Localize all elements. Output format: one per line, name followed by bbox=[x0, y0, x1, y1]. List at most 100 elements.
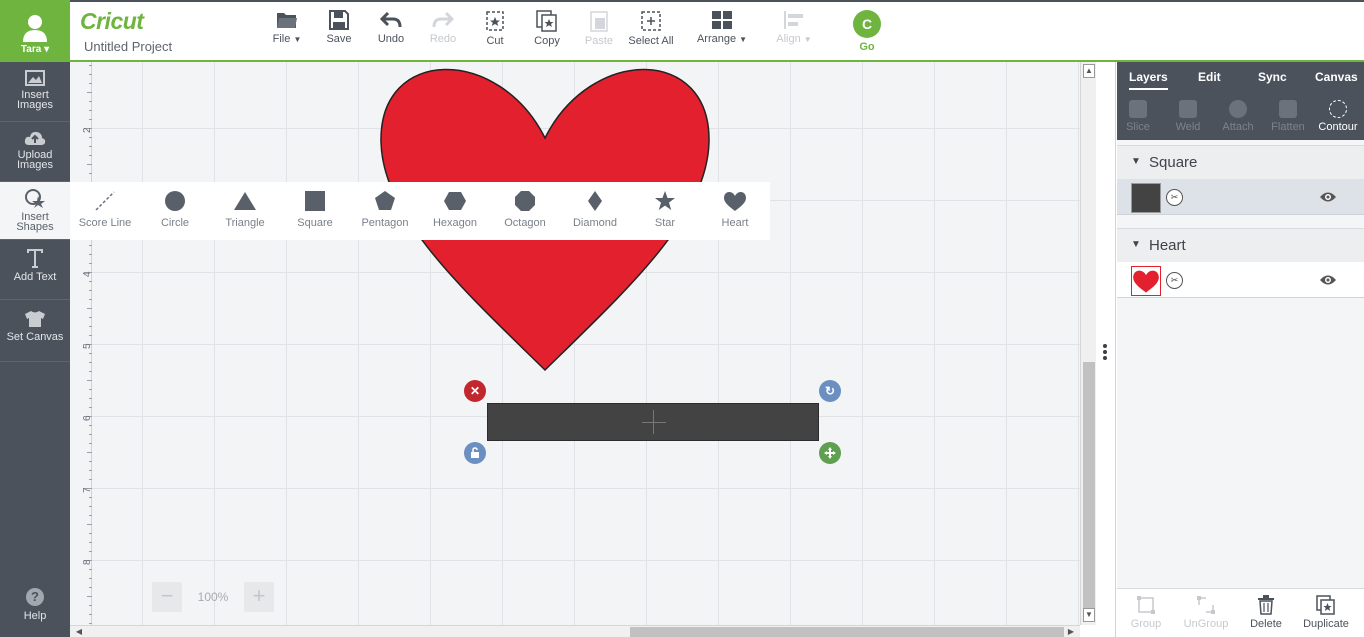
zoom-out-button[interactable]: − bbox=[152, 582, 182, 612]
attach-button[interactable]: Attach bbox=[1215, 100, 1261, 133]
user-menu[interactable]: Tara ▾ bbox=[0, 0, 70, 62]
cut-operation-icon[interactable]: ✂ bbox=[1166, 189, 1183, 206]
vertical-scrollbar[interactable]: ▲ ▼ bbox=[1080, 62, 1096, 625]
project-name[interactable]: Untitled Project bbox=[84, 39, 172, 54]
tab-edit[interactable]: Edit bbox=[1198, 70, 1221, 84]
ruler-label: 2 bbox=[82, 127, 93, 133]
contour-button[interactable]: Contour bbox=[1315, 100, 1361, 133]
panel-divider[interactable] bbox=[1096, 62, 1116, 637]
copy-button[interactable]: Copy bbox=[517, 10, 577, 47]
ruler-tick bbox=[89, 470, 92, 471]
layer-group-heart[interactable]: ▼ Heart bbox=[1117, 228, 1364, 262]
ruler-tick bbox=[89, 137, 92, 138]
go-button[interactable]: C Go bbox=[852, 10, 882, 53]
image-icon bbox=[25, 70, 45, 86]
ungroup-button[interactable]: UnGroup bbox=[1176, 595, 1236, 630]
cut-button[interactable]: Cut bbox=[465, 10, 525, 47]
duplicate-button[interactable]: Duplicate bbox=[1296, 595, 1356, 630]
design-canvas[interactable]: 2345678 Score Line Circle Triangle Squar… bbox=[70, 62, 1080, 625]
paste-button[interactable]: Paste bbox=[569, 10, 629, 47]
horizontal-scrollbar[interactable]: ◀ ▶ bbox=[70, 625, 1080, 637]
circle-icon bbox=[165, 191, 185, 211]
sidebar-item-set-canvas[interactable]: Set Canvas bbox=[0, 300, 70, 362]
align-menu-button[interactable]: Align ▼ bbox=[764, 10, 824, 45]
cut-operation-icon[interactable]: ✂ bbox=[1166, 272, 1183, 289]
shape-hexagon[interactable]: Hexagon bbox=[420, 190, 490, 229]
ruler-tick bbox=[89, 173, 92, 174]
shape-label: Diamond bbox=[572, 217, 618, 229]
zoom-in-button[interactable]: + bbox=[244, 582, 274, 612]
tab-layers[interactable]: Layers bbox=[1129, 70, 1168, 90]
redo-button[interactable]: Redo bbox=[413, 10, 473, 45]
shape-circle[interactable]: Circle bbox=[140, 190, 210, 229]
chevron-down-icon: ▾ bbox=[44, 44, 50, 55]
shape-label: Hexagon bbox=[432, 217, 478, 229]
arrange-menu-button[interactable]: Arrange ▼ bbox=[687, 10, 757, 45]
ruler-label: 6 bbox=[82, 415, 93, 421]
shape-star[interactable]: Star bbox=[630, 190, 700, 229]
ruler-tick bbox=[89, 434, 92, 435]
lock-handle[interactable] bbox=[464, 442, 486, 464]
shape-score-line[interactable]: Score Line bbox=[70, 190, 140, 229]
shape-label: Square bbox=[297, 217, 333, 229]
horizontal-scroll-thumb[interactable] bbox=[630, 627, 1064, 637]
ruler-tick bbox=[89, 65, 92, 66]
visibility-eye-icon[interactable] bbox=[1319, 274, 1337, 286]
shape-heart[interactable]: Heart bbox=[700, 190, 770, 229]
flatten-button[interactable]: Flatten bbox=[1265, 100, 1311, 133]
undo-button[interactable]: Undo bbox=[361, 10, 421, 45]
group-button[interactable]: Group bbox=[1116, 595, 1176, 630]
select-all-button[interactable]: Select All bbox=[621, 10, 681, 47]
shape-octagon[interactable]: Octagon bbox=[490, 190, 560, 229]
scroll-left-arrow-icon[interactable]: ◀ bbox=[72, 626, 86, 637]
help-button[interactable]: ? Help bbox=[0, 588, 70, 622]
attach-label: Attach bbox=[1222, 121, 1254, 133]
selected-square-shape[interactable] bbox=[487, 403, 819, 441]
sidebar-item-upload-images[interactable]: Upload Images bbox=[0, 122, 70, 182]
tab-sync[interactable]: Sync bbox=[1258, 70, 1287, 84]
save-button[interactable]: Save bbox=[309, 10, 369, 45]
scroll-down-arrow-icon[interactable]: ▼ bbox=[1083, 608, 1095, 622]
delete-handle[interactable]: ✕ bbox=[464, 380, 486, 402]
rotate-handle[interactable]: ↻ bbox=[819, 380, 841, 402]
slice-button[interactable]: Slice bbox=[1115, 100, 1161, 133]
scroll-right-arrow-icon[interactable]: ▶ bbox=[1064, 626, 1078, 637]
save-icon bbox=[329, 10, 349, 30]
resize-handle[interactable] bbox=[819, 442, 841, 464]
shape-label: Score Line bbox=[78, 217, 132, 229]
delete-label: Delete bbox=[1250, 618, 1282, 630]
ruler-tick bbox=[89, 155, 92, 156]
sidebar-item-insert-shapes[interactable]: Insert Shapes bbox=[0, 182, 70, 240]
ruler-tick bbox=[87, 308, 92, 309]
sidebar-item-add-text[interactable]: Add Text bbox=[0, 240, 70, 300]
delete-button[interactable]: Delete bbox=[1236, 595, 1296, 630]
shape-diamond[interactable]: Diamond bbox=[560, 190, 630, 229]
text-icon bbox=[27, 249, 43, 268]
help-icon: ? bbox=[26, 588, 44, 606]
tshirt-icon bbox=[25, 311, 45, 327]
group-name: Square bbox=[1149, 154, 1198, 171]
weld-button[interactable]: Weld bbox=[1165, 100, 1211, 133]
file-menu-button[interactable]: File ▼ bbox=[257, 10, 317, 45]
shape-square[interactable]: Square bbox=[280, 190, 350, 229]
left-sidebar: Tara ▾ Insert Images Upload Images Inser… bbox=[0, 0, 70, 637]
scroll-up-arrow-icon[interactable]: ▲ bbox=[1083, 64, 1095, 78]
visibility-eye-icon[interactable] bbox=[1319, 191, 1337, 203]
flatten-icon bbox=[1279, 100, 1297, 118]
layer-row-square[interactable]: ✂ bbox=[1117, 179, 1364, 215]
slice-icon bbox=[1129, 100, 1147, 118]
vertical-ruler: 2345678 bbox=[70, 62, 93, 625]
ruler-tick bbox=[89, 362, 92, 363]
vertical-scroll-thumb[interactable] bbox=[1083, 362, 1095, 608]
sidebar-item-insert-images[interactable]: Insert Images bbox=[0, 62, 70, 122]
group-name: Heart bbox=[1149, 237, 1186, 254]
more-vertical-icon[interactable] bbox=[1103, 344, 1108, 362]
layer-group-square[interactable]: ▼ Square bbox=[1117, 145, 1364, 179]
caret-down-icon: ▼ bbox=[1131, 156, 1141, 167]
shape-triangle[interactable]: Triangle bbox=[210, 190, 280, 229]
sidebar-item-label: Insert Images bbox=[16, 89, 54, 111]
tab-canvas[interactable]: Canvas bbox=[1315, 70, 1358, 84]
shape-pentagon[interactable]: Pentagon bbox=[350, 190, 420, 229]
layer-row-heart[interactable]: ✂ bbox=[1117, 262, 1364, 298]
upload-cloud-icon bbox=[24, 131, 46, 145]
